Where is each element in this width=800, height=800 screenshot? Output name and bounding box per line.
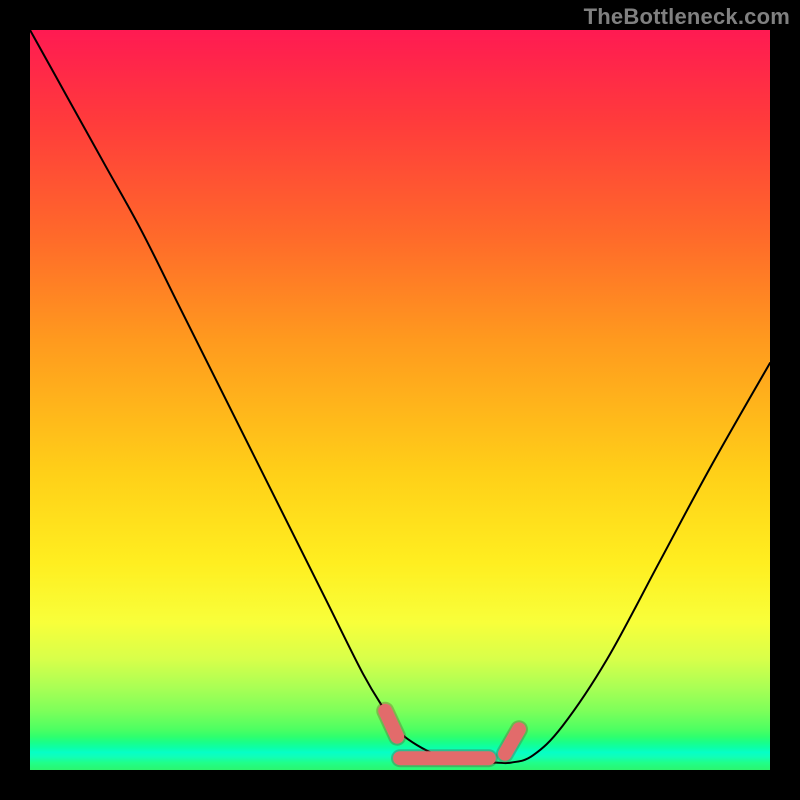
marker-left-tick <box>385 711 397 737</box>
marker-right-tick <box>505 729 519 753</box>
watermark-text: TheBottleneck.com <box>584 4 790 30</box>
chart-frame: TheBottleneck.com <box>0 0 800 800</box>
bottleneck-curve <box>30 30 770 763</box>
plot-area <box>30 30 770 770</box>
curve-svg <box>30 30 770 770</box>
